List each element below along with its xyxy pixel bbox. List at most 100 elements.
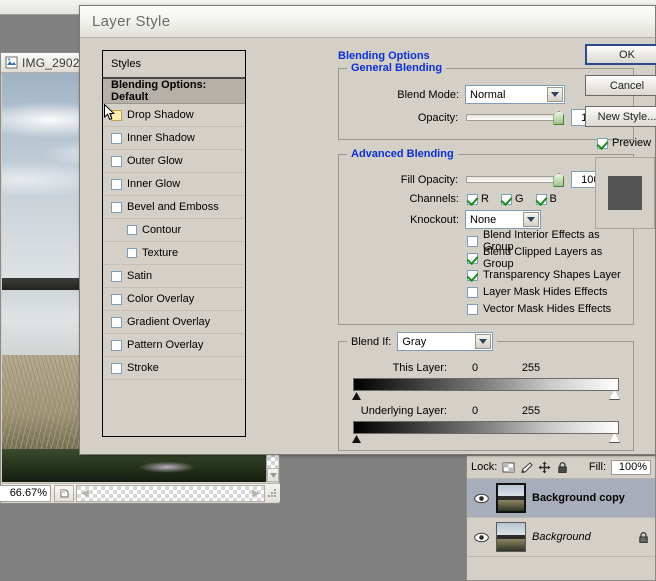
styles-item-inner-shadow[interactable]: Inner Shadow bbox=[103, 127, 245, 150]
color-overlay-checkbox[interactable] bbox=[111, 294, 122, 305]
option-blend-clipped-layers[interactable]: Blend Clipped Layers as Group bbox=[467, 251, 625, 265]
blend-clipped-layers-checkbox[interactable] bbox=[467, 253, 478, 264]
styles-list[interactable]: Styles Blending Options: Default Drop Sh… bbox=[102, 50, 246, 437]
styles-item-color-overlay[interactable]: Color Overlay bbox=[103, 288, 245, 311]
option-label: Transparency Shapes Layer bbox=[483, 269, 621, 281]
inner-shadow-checkbox[interactable] bbox=[111, 133, 122, 144]
knockout-select[interactable]: None bbox=[465, 210, 541, 229]
underlying-layer-label: Underlying Layer: bbox=[347, 405, 447, 417]
styles-item-texture[interactable]: Texture bbox=[103, 242, 245, 265]
styles-item-bevel-and-emboss[interactable]: Bevel and Emboss bbox=[103, 196, 245, 219]
channel-g[interactable]: G bbox=[501, 193, 524, 205]
gradient-overlay-checkbox[interactable] bbox=[111, 317, 122, 328]
this-layer-white-marker[interactable] bbox=[609, 390, 620, 400]
layer-style-dialog[interactable]: Layer Style Styles Blending Options: Def… bbox=[79, 5, 656, 455]
pattern-overlay-checkbox[interactable] bbox=[111, 340, 122, 351]
blend-interior-effects-checkbox[interactable] bbox=[467, 236, 478, 247]
layer-thumbnail[interactable] bbox=[496, 483, 526, 513]
layer-visibility-eye-icon[interactable] bbox=[472, 493, 490, 504]
status-next-arrow-icon[interactable]: ▶ bbox=[248, 488, 264, 499]
resize-grip-icon[interactable] bbox=[267, 488, 278, 499]
chevron-down-icon[interactable] bbox=[523, 212, 539, 227]
styles-item-satin[interactable]: Satin bbox=[103, 265, 245, 288]
stroke-checkbox[interactable] bbox=[111, 363, 122, 374]
channel-b-checkbox[interactable] bbox=[536, 194, 547, 205]
this-layer-black-marker[interactable] bbox=[352, 392, 361, 400]
fill-opacity-slider-thumb[interactable] bbox=[553, 173, 564, 187]
styles-item-blending-options[interactable]: Blending Options: Default bbox=[103, 79, 245, 104]
channel-r[interactable]: R bbox=[467, 193, 489, 205]
fill-opacity-slider[interactable] bbox=[466, 176, 563, 183]
styles-item-pattern-overlay[interactable]: Pattern Overlay bbox=[103, 334, 245, 357]
option-vector-mask-hides-effects[interactable]: Vector Mask Hides Effects bbox=[467, 302, 625, 316]
dialog-title-bar[interactable]: Layer Style bbox=[80, 6, 655, 38]
layer-visibility-eye-icon[interactable] bbox=[472, 532, 490, 543]
photoshop-doc-icon bbox=[5, 56, 18, 69]
this-layer-slider[interactable] bbox=[353, 378, 619, 391]
option-layer-mask-hides-effects[interactable]: Layer Mask Hides Effects bbox=[467, 285, 625, 299]
this-layer-label: This Layer: bbox=[361, 362, 447, 374]
vector-mask-hides-effects-checkbox[interactable] bbox=[467, 304, 478, 315]
bevel-and-emboss-checkbox[interactable] bbox=[111, 202, 122, 213]
contour-checkbox[interactable] bbox=[127, 225, 137, 235]
zoom-level-field[interactable]: 66.67% bbox=[0, 485, 51, 502]
styles-list-empty-area bbox=[103, 380, 245, 436]
fill-label: Fill: bbox=[589, 461, 606, 473]
status-prev-arrow-icon[interactable]: ◀ bbox=[77, 488, 93, 499]
styles-item-gradient-overlay[interactable]: Gradient Overlay bbox=[103, 311, 245, 334]
ok-button[interactable]: OK bbox=[585, 44, 656, 65]
styles-item-label: Bevel and Emboss bbox=[127, 201, 219, 213]
chevron-down-icon[interactable] bbox=[547, 87, 563, 102]
chevron-down-icon[interactable] bbox=[475, 334, 491, 349]
styles-item-inner-glow[interactable]: Inner Glow bbox=[103, 173, 245, 196]
outer-glow-checkbox[interactable] bbox=[111, 156, 122, 167]
channel-g-checkbox[interactable] bbox=[501, 194, 512, 205]
styles-item-contour[interactable]: Contour bbox=[103, 219, 245, 242]
document-info-button[interactable] bbox=[54, 485, 74, 502]
styles-item-drop-shadow[interactable]: Drop Shadow bbox=[103, 104, 245, 127]
texture-checkbox[interactable] bbox=[127, 248, 137, 258]
lock-all-icon[interactable] bbox=[556, 461, 569, 474]
channel-r-label: R bbox=[481, 193, 489, 205]
channel-r-checkbox[interactable] bbox=[467, 194, 478, 205]
new-style-button[interactable]: New Style... bbox=[585, 106, 656, 127]
styles-list-header[interactable]: Styles bbox=[103, 51, 245, 79]
preview-swatch-square bbox=[608, 176, 642, 210]
styles-item-stroke[interactable]: Stroke bbox=[103, 357, 245, 380]
lock-image-icon[interactable] bbox=[520, 461, 533, 474]
option-transparency-shapes-layer[interactable]: Transparency Shapes Layer bbox=[467, 268, 625, 282]
underlying-layer-black-marker[interactable] bbox=[352, 435, 361, 443]
blend-if-select[interactable]: Gray bbox=[397, 332, 493, 351]
layer-mask-hides-effects-checkbox[interactable] bbox=[467, 287, 478, 298]
this-layer-gradient bbox=[353, 378, 619, 391]
option-label: Vector Mask Hides Effects bbox=[483, 303, 611, 315]
fill-value-field[interactable]: 100% bbox=[611, 460, 651, 475]
channel-b[interactable]: B bbox=[536, 193, 557, 205]
drop-shadow-checkbox[interactable] bbox=[111, 110, 122, 121]
lock-position-icon[interactable] bbox=[538, 461, 551, 474]
styles-item-outer-glow[interactable]: Outer Glow bbox=[103, 150, 245, 173]
layer-row-background-copy[interactable]: Background copy bbox=[467, 479, 655, 518]
blend-mode-select[interactable]: Normal bbox=[465, 85, 565, 104]
inner-glow-checkbox[interactable] bbox=[111, 179, 122, 190]
underlying-layer-slider[interactable] bbox=[353, 421, 619, 434]
layer-row-background[interactable]: Background bbox=[467, 518, 655, 557]
lock-transparency-icon[interactable] bbox=[502, 461, 515, 474]
opacity-slider-thumb[interactable] bbox=[553, 111, 564, 125]
document-status-strip[interactable]: ◀ ▶ bbox=[76, 485, 265, 502]
scroll-down-arrow-icon[interactable] bbox=[267, 468, 279, 482]
preview-checkbox[interactable] bbox=[597, 138, 608, 149]
opacity-label: Opacity: bbox=[347, 112, 458, 124]
channel-g-label: G bbox=[515, 193, 524, 205]
underlying-layer-white-marker[interactable] bbox=[609, 433, 620, 443]
channels-label: Channels: bbox=[347, 193, 459, 205]
opacity-slider[interactable] bbox=[466, 114, 563, 121]
preview-row[interactable]: Preview bbox=[597, 137, 656, 149]
layers-panel[interactable]: Lock: bbox=[466, 455, 656, 581]
cancel-button[interactable]: Cancel bbox=[585, 75, 656, 96]
blend-if-value: Gray bbox=[402, 336, 426, 348]
layer-name-label: Background bbox=[532, 531, 591, 543]
satin-checkbox[interactable] bbox=[111, 271, 122, 282]
layer-thumbnail[interactable] bbox=[496, 522, 526, 552]
transparency-shapes-layer-checkbox[interactable] bbox=[467, 270, 478, 281]
